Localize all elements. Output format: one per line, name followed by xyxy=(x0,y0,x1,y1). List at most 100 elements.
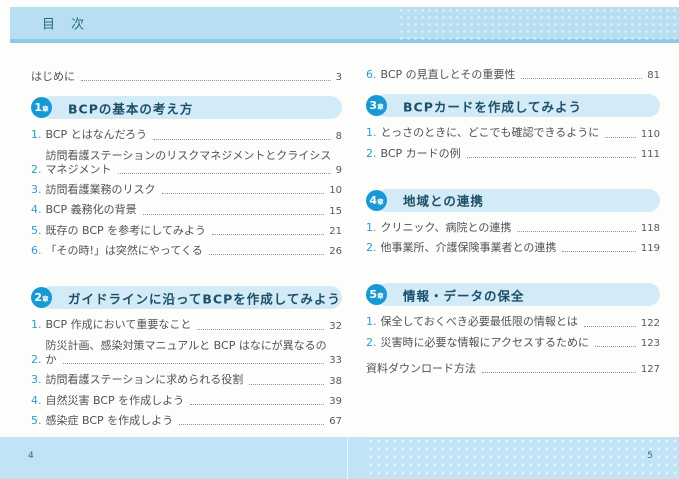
toc-entry: 4. 自然災害 BCP を作成しよう 39 xyxy=(31,393,342,407)
right-page-column: 6. BCP の見直しとその重要性 81 3 章 BCPカードを作成してみよう … xyxy=(366,48,660,382)
entry-page-number: 8 xyxy=(335,130,342,142)
entry-label: はじめに xyxy=(31,70,75,83)
entry-page-number: 15 xyxy=(329,205,342,217)
toc-entry: 6. 「その時!」は突然にやってくる 26 xyxy=(31,244,342,258)
left-page-column: はじめに 3 1 章 BCPの基本の考え方 1. BCP とはなんだろう 8 2… xyxy=(31,48,342,434)
entry-label: 訪問看護業務のリスク xyxy=(45,183,156,197)
dotted-leader xyxy=(466,156,636,158)
dotted-leader xyxy=(517,231,636,233)
dotted-leader xyxy=(190,403,325,405)
folio-right: 5 xyxy=(647,451,653,461)
dotted-leader xyxy=(583,325,636,327)
entry-label: 資料ダウンロード方法 xyxy=(366,362,476,376)
entry-label: BCP カードの例 xyxy=(380,146,461,160)
entry-page-number: 38 xyxy=(329,375,342,387)
chapter-5-title-pill: 情報・データの保全 xyxy=(375,283,660,307)
dotted-leader xyxy=(153,138,331,140)
chapter-2-title-pill: ガイドラインに沿ってBCPを作成してみよう xyxy=(40,286,342,310)
dotted-leader xyxy=(117,173,331,175)
entry-label-line2: マネジメント xyxy=(45,162,112,176)
entry-label: 訪問看護ステーションに求められる役割 xyxy=(45,373,244,387)
toc-entry: 4. BCP 義務化の背景 15 xyxy=(31,203,342,217)
toc-entry: 1. 保全しておくべき必要最低限の情報とは 122 xyxy=(366,315,660,329)
dotted-leader xyxy=(161,193,325,195)
entry-label: 保全しておくべき必要最低限の情報とは xyxy=(380,315,578,329)
toc-entry: 2. BCP カードの例 111 xyxy=(366,146,660,160)
entry-label-line2: か xyxy=(45,352,57,366)
chapter-5-heading: 5 章 情報・データの保全 xyxy=(366,283,660,307)
chapter-1-title-pill: BCPの基本の考え方 xyxy=(40,96,342,120)
entry-label: クリニック、病院との連携 xyxy=(380,220,512,234)
entry-page-number: 122 xyxy=(640,317,660,329)
dotted-leader xyxy=(249,383,325,385)
entry-page-number: 26 xyxy=(329,246,342,258)
dotted-leader xyxy=(562,251,636,253)
toc-entry: 1. BCP とはなんだろう 8 xyxy=(31,128,342,142)
header-band: 目 次 xyxy=(10,7,679,43)
entry-label: 感染症 BCP を作成しよう xyxy=(45,413,174,427)
page-title: 目 次 xyxy=(42,17,91,33)
entry-page-number: 3 xyxy=(335,72,342,84)
entry-page-number: 123 xyxy=(640,338,660,350)
entry-page-number: 111 xyxy=(640,148,660,160)
entry-page-number: 110 xyxy=(640,128,660,140)
toc-entry: 1. BCP 作成において重要なこと 32 xyxy=(31,318,342,332)
entry-label: 防災計画、感染対策マニュアルと BCP はなにが異なるの xyxy=(45,338,327,352)
entry-label: BCP 義務化の背景 xyxy=(45,203,137,217)
chapter-3-heading: 3 章 BCPカードを作成してみよう xyxy=(366,94,660,118)
toc-entry: 1. とっさのときに、どこでも確認できるように 110 xyxy=(366,126,660,140)
toc-entry: 2. 訪問看護ステーションのリスクマネジメントとクライシス マネジメント 9 xyxy=(31,148,342,177)
entry-label: BCP 作成において重要なこと xyxy=(45,318,192,332)
toc-entry: 5. 感染症 BCP を作成しよう 67 xyxy=(31,413,342,428)
dotted-leader xyxy=(594,346,636,348)
dotted-leader xyxy=(62,363,325,365)
entry-page-number: 33 xyxy=(329,355,342,367)
entry-label: とっさのときに、どこでも確認できるように xyxy=(380,126,600,140)
entry-page-number: 10 xyxy=(329,185,342,197)
entry-label: BCP の見直しとその重要性 xyxy=(380,68,516,81)
page-gutter-line xyxy=(347,437,348,479)
chapter-4-badge: 4 章 xyxy=(366,189,387,211)
chapter-title: BCPの基本の考え方 xyxy=(68,101,194,117)
entry-page-number: 127 xyxy=(640,364,660,376)
dotted-leader xyxy=(208,254,325,256)
dotted-leader xyxy=(81,80,331,82)
toc-entry: 1. クリニック、病院との連携 118 xyxy=(366,220,660,235)
chapter-4-heading: 4 章 地域との連携 xyxy=(366,188,660,212)
toc-entry: 3. 訪問看護ステーションに求められる役割 38 xyxy=(31,373,342,387)
entry-label: BCP とはなんだろう xyxy=(45,128,148,142)
entry-label: 既存の BCP を参考にしてみよう xyxy=(45,223,206,237)
entry-page-number: 119 xyxy=(640,243,660,255)
entry-page-number: 118 xyxy=(640,223,660,235)
chapter-title: ガイドラインに沿ってBCPを作成してみよう xyxy=(68,291,341,307)
entry-page-number: 39 xyxy=(329,395,342,407)
entry-label: 他事業所、介護保険事業者との連携 xyxy=(380,241,557,255)
dotted-leader xyxy=(142,213,325,215)
entry-label: 災害時に必要な情報にアクセスするために xyxy=(380,335,589,349)
footer-band: 4 5 xyxy=(0,437,679,479)
toc-entry: 2. 他事業所、介護保険事業者との連携 119 xyxy=(366,241,660,255)
entry-page-number: 21 xyxy=(329,226,342,238)
chapter-title: 情報・データの保全 xyxy=(403,288,525,304)
entry-label: 訪問看護ステーションのリスクマネジメントとクライシス xyxy=(45,148,332,162)
toc-entry: 2. 災害時に必要な情報にアクセスするために 123 xyxy=(366,335,660,350)
dotted-leader xyxy=(211,234,325,236)
chapter-2-heading: 2 章 ガイドラインに沿ってBCPを作成してみよう xyxy=(31,286,342,310)
entry-page-number: 9 xyxy=(335,165,342,177)
dotted-leader xyxy=(521,78,643,80)
chapter-4-title-pill: 地域との連携 xyxy=(375,188,660,212)
entry-label: 自然災害 BCP を作成しよう xyxy=(45,393,185,407)
chapter-title: BCPカードを作成してみよう xyxy=(403,99,582,115)
dotted-leader xyxy=(197,328,325,330)
chapter-3-title-pill: BCPカードを作成してみよう xyxy=(375,94,660,118)
chapter-title: 地域との連携 xyxy=(403,193,484,209)
folio-left: 4 xyxy=(28,451,34,461)
entry-page-number: 81 xyxy=(647,70,660,82)
dotted-leader xyxy=(482,372,636,374)
toc-entry-hajimeni: はじめに 3 xyxy=(31,70,342,84)
toc-entry: 3. 訪問看護業務のリスク 10 xyxy=(31,183,342,197)
entry-label: 「その時!」は突然にやってくる xyxy=(45,244,203,258)
entry-page-number: 32 xyxy=(329,320,342,332)
toc-entry: 5. 既存の BCP を参考にしてみよう 21 xyxy=(31,223,342,238)
dotted-leader xyxy=(179,424,325,426)
